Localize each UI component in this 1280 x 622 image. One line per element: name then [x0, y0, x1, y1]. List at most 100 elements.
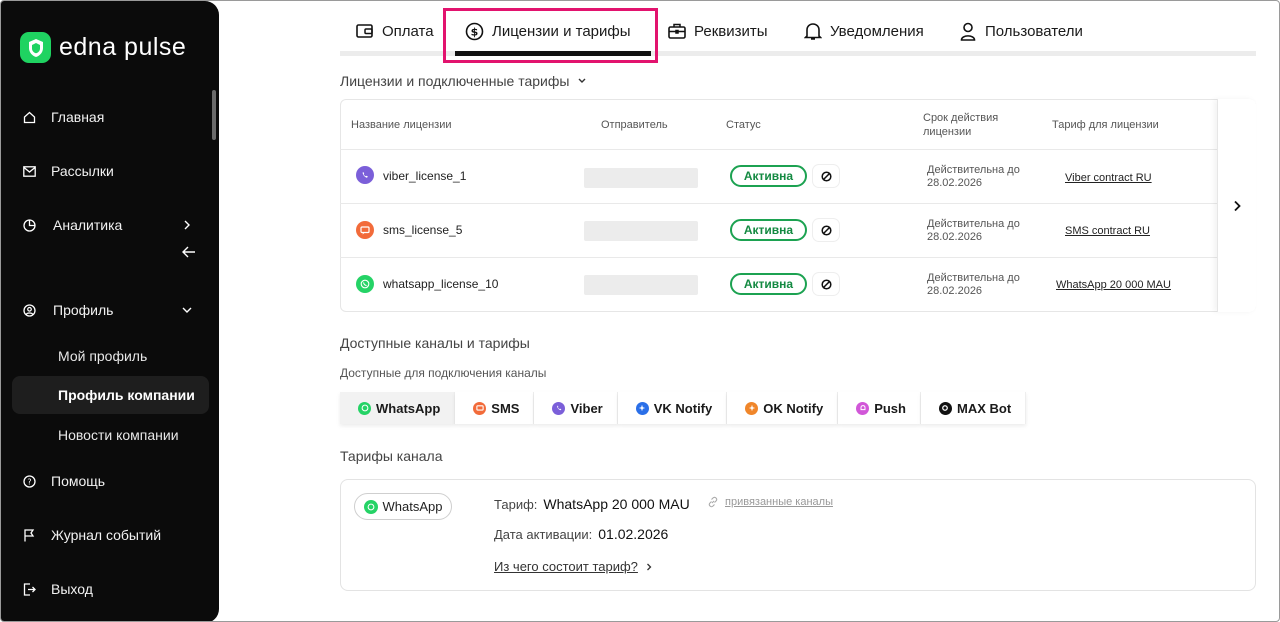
sidebar-item-label: Аналитика [53, 217, 123, 233]
tab-users[interactable]: Пользователи [959, 20, 1083, 42]
sidebar-item-event-log[interactable]: Журнал событий [1, 517, 219, 553]
status-badge: Активна [730, 273, 807, 295]
channel-tab-label: MAX Bot [956, 400, 1012, 416]
channel-tab-ok-notify[interactable]: OK Notify [727, 392, 839, 424]
logout-icon [22, 582, 36, 596]
viber-icon [356, 166, 374, 184]
channel-tab-sms[interactable]: SMS [455, 392, 535, 424]
wallet-icon [356, 24, 373, 38]
block-icon [820, 170, 832, 182]
tariff-link[interactable]: Viber contract RU [1065, 172, 1152, 184]
chevron-down-icon [182, 307, 192, 313]
channel-tab-viber[interactable]: Viber [534, 392, 618, 424]
channel-tabs: WhatsApp SMS Viber VK Notify OK Notify P… [340, 392, 1027, 426]
activation-row: Дата активации: 01.02.2026 [494, 526, 668, 542]
sender-placeholder [584, 168, 698, 188]
push-bell-icon [856, 401, 870, 415]
sidebar-item-label: Журнал событий [51, 527, 162, 543]
channel-tab-label: SMS [491, 400, 520, 416]
status-badge: Активна [730, 165, 807, 187]
person-icon [960, 22, 976, 41]
activation-value: 01.02.2026 [598, 526, 669, 542]
sidebar-item-mailings[interactable]: Рассылки [1, 153, 219, 189]
channel-tab-push[interactable]: Push [838, 392, 921, 424]
column-header-tariff: Тариф для лицензии [1052, 119, 1159, 131]
tab-label: Пользователи [985, 22, 1083, 40]
sidebar-item-home[interactable]: Главная [1, 99, 219, 135]
tariff-row: Тариф: WhatsApp 20 000 MAU [494, 496, 690, 512]
sidebar-subitem-company-profile[interactable]: Профиль компании [12, 376, 209, 414]
chart-icon [22, 218, 36, 232]
block-icon [820, 224, 832, 236]
channel-tab-label: Viber [570, 400, 603, 416]
license-name: viber_license_1 [383, 169, 467, 183]
tab-label: Оплата [382, 22, 434, 40]
sidebar-item-label: Выход [51, 581, 93, 597]
linked-channels-label: привязанные каналы [725, 496, 833, 508]
chevron-right-icon [184, 220, 190, 230]
sidebar-subitem-label: Профиль компании [58, 387, 195, 403]
column-header-validity: Срок действия лицензии [923, 112, 999, 138]
chevron-down-icon [578, 78, 586, 83]
tab-label: Уведомления [830, 22, 924, 40]
licenses-section-toggle[interactable]: Лицензии и подключенные тарифы [340, 73, 587, 89]
column-header-sender: Отправитель [601, 119, 668, 131]
channel-tariffs-title: Тарифы канала [340, 448, 443, 464]
channel-tab-label: OK Notify [763, 400, 824, 416]
channel-tab-whatsapp[interactable]: WhatsApp [340, 392, 456, 424]
linked-channels-link[interactable]: привязанные каналы [707, 496, 833, 508]
channel-tab-label: Push [874, 400, 906, 416]
sidebar: edna pulse Главная Рассылки Аналитика Пр… [1, 1, 219, 621]
sidebar-subitem-my-profile[interactable]: Мой профиль [12, 337, 209, 375]
tariff-value: WhatsApp 20 000 MAU [543, 496, 690, 512]
block-license-button[interactable] [813, 273, 839, 295]
sidebar-subitem-company-news[interactable]: Новости компании [12, 416, 209, 454]
svg-text:?: ? [27, 477, 31, 486]
whatsapp-icon [358, 401, 371, 415]
channel-chip-whatsapp: WhatsApp [354, 493, 452, 520]
channel-tab-label: VK Notify [653, 400, 713, 416]
sidebar-item-help[interactable]: ? Помощь [1, 463, 219, 499]
bell-icon [804, 22, 822, 40]
mail-icon [22, 164, 36, 178]
tab-requisites[interactable]: Реквизиты [668, 20, 768, 42]
chip-label: WhatsApp [382, 499, 443, 514]
tariff-composition-link[interactable]: Из чего состоит тариф? [494, 559, 654, 574]
dollar-circle-icon: $ [465, 22, 484, 40]
sidebar-item-logout[interactable]: Выход [1, 571, 219, 607]
logo-text: edna pulse [59, 33, 187, 61]
block-license-button[interactable] [813, 165, 839, 187]
whatsapp-icon [356, 275, 374, 293]
license-name: whatsapp_license_10 [383, 277, 499, 291]
validity-date: 28.02.2026 [927, 231, 983, 243]
tab-notifications[interactable]: Уведомления [804, 20, 924, 42]
validity-label: Действительна до [927, 272, 1020, 284]
tab-licenses[interactable]: $ Лицензии и тарифы [465, 20, 631, 42]
vk-notify-icon [635, 401, 649, 415]
validity-label: Действительна до [927, 218, 1020, 230]
app-window: edna pulse Главная Рассылки Аналитика Пр… [0, 0, 1280, 622]
tariff-link[interactable]: WhatsApp 20 000 MAU [1056, 279, 1171, 291]
sms-icon [473, 401, 487, 415]
available-title: Доступные каналы и тарифы [340, 335, 530, 351]
whatsapp-icon [363, 499, 378, 514]
sidebar-item-profile[interactable]: Профиль [1, 292, 219, 328]
help-icon: ? [22, 474, 36, 488]
column-header-name: Название лицензии [351, 119, 452, 131]
chevron-right-icon [646, 563, 652, 570]
logo[interactable]: edna pulse [20, 32, 186, 63]
channel-tab-vk-notify[interactable]: VK Notify [617, 392, 728, 424]
block-license-button[interactable] [813, 219, 839, 241]
available-subtitle: Доступные для подключения каналы [340, 366, 547, 380]
sidebar-item-analytics[interactable]: Аналитика [1, 207, 219, 243]
tab-payment[interactable]: Оплата [356, 20, 434, 42]
user-icon [22, 303, 36, 317]
tariff-link[interactable]: SMS contract RU [1065, 225, 1150, 237]
tab-label: Реквизиты [694, 22, 768, 40]
table-scroll-right-button[interactable] [1217, 99, 1256, 312]
chevron-right-icon [1234, 200, 1241, 211]
channel-tab-max-bot[interactable]: MAX Bot [920, 392, 1027, 424]
arrow-left-icon[interactable] [182, 245, 196, 259]
block-icon [820, 278, 832, 290]
tariff-composition-label: Из чего состоит тариф? [494, 559, 638, 574]
